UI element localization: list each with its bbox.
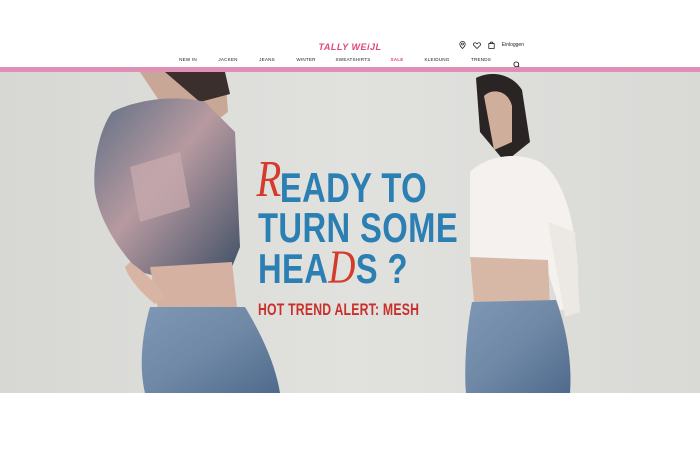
nav-item-jeans[interactable]: JEANS (259, 57, 275, 62)
nav-item-winter[interactable]: WINTER (296, 57, 315, 62)
headline-script-d: D (328, 241, 356, 294)
heart-icon[interactable] (472, 41, 481, 49)
main-navigation: NEW IN JACKEN JEANS WINTER SWEATSHIRTS S… (0, 57, 700, 65)
headline-script-r: R (256, 151, 282, 208)
login-link[interactable]: Einloggen (502, 42, 524, 48)
brand-logo[interactable]: TALLY WEiJL (0, 42, 700, 52)
nav-item-trends[interactable]: TRENDS (471, 57, 491, 62)
headline-line-3-b: S ? (355, 245, 408, 292)
hero-subheadline[interactable]: HOT TREND ALERT: MESH (258, 300, 419, 320)
shopping-bag-icon[interactable] (488, 41, 495, 49)
headline-line-1: EADY TO (279, 164, 428, 211)
nav-item-new-in[interactable]: NEW IN (179, 57, 197, 62)
nav-item-kleidung[interactable]: KLEIDUNG (424, 57, 449, 62)
header-utility-bar: Einloggen (459, 41, 524, 49)
location-pin-icon[interactable] (459, 41, 466, 49)
hero-banner[interactable]: R EADY TO TURN SOME HEADS ? HOT TREND ALE… (0, 72, 700, 393)
nav-item-sweatshirts[interactable]: SWEATSHIRTS (336, 57, 371, 62)
hero-headline: R EADY TO TURN SOME HEADS ? (256, 154, 459, 292)
nav-item-jacken[interactable]: JACKEN (218, 57, 237, 62)
headline-line-3-a: HEA (258, 245, 329, 292)
headline-line-2: TURN SOME (258, 204, 459, 251)
nav-item-sale[interactable]: SALE (390, 57, 403, 62)
